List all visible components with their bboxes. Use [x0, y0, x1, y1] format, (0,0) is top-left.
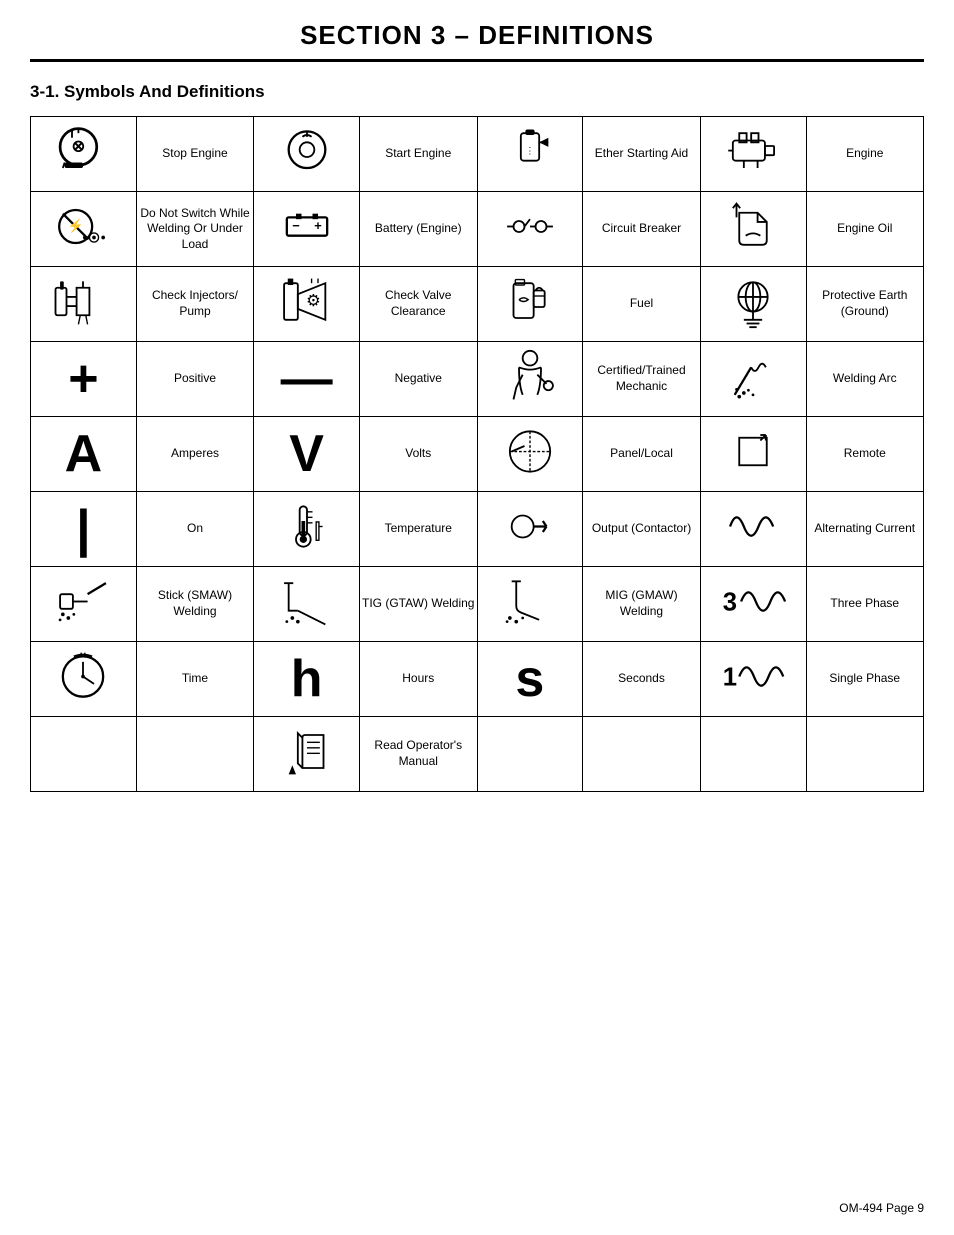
icon-cell-5-2	[477, 492, 583, 567]
label-cell-5-3: Alternating Current	[806, 492, 924, 567]
icon-cell-3-2	[477, 342, 583, 417]
label-cell-6-0: Stick (SMAW) Welding	[136, 567, 254, 642]
label-cell-6-1: TIG (GTAW) Welding	[360, 567, 478, 642]
svg-text:3: 3	[723, 589, 737, 617]
label-cell-1-0: Do Not Switch While Welding Or Under Loa…	[136, 192, 254, 267]
label-cell-2-3: Protective Earth (Ground)	[806, 267, 924, 342]
label-cell-8-0	[136, 717, 254, 792]
label-cell-1-1: Battery (Engine)	[360, 192, 478, 267]
label-cell-4-1: Volts	[360, 417, 478, 492]
label-cell-7-1: Hours	[360, 642, 478, 717]
icon-cell-1-2	[477, 192, 583, 267]
icon-cell-4-3	[700, 417, 806, 492]
label-cell-7-0: Time	[136, 642, 254, 717]
svg-text:⚡: ⚡	[68, 218, 84, 234]
label-cell-4-2: Panel/Local	[583, 417, 701, 492]
icon-cell-6-2	[477, 567, 583, 642]
icon-cell-5-0: |	[31, 492, 137, 567]
icon-cell-6-3: 3	[700, 567, 806, 642]
label-cell-7-2: Seconds	[583, 642, 701, 717]
label-cell-6-2: MIG (GMAW) Welding	[583, 567, 701, 642]
label-cell-2-1: Check Valve Clearance	[360, 267, 478, 342]
label-cell-3-3: Welding Arc	[806, 342, 924, 417]
icon-cell-8-2	[477, 717, 583, 792]
icon-cell-7-1: h	[254, 642, 360, 717]
section-heading: 3-1. Symbols And Definitions	[30, 82, 924, 102]
icon-cell-0-2: ⋮	[477, 117, 583, 192]
icon-cell-4-2	[477, 417, 583, 492]
icon-cell-1-1: − +	[254, 192, 360, 267]
label-cell-8-2	[583, 717, 701, 792]
icon-cell-6-1	[254, 567, 360, 642]
icon-cell-4-0: A	[31, 417, 137, 492]
icon-cell-8-0	[31, 717, 137, 792]
label-cell-4-0: Amperes	[136, 417, 254, 492]
icon-cell-7-2: s	[477, 642, 583, 717]
label-cell-7-3: Single Phase	[806, 642, 924, 717]
icon-cell-2-0	[31, 267, 137, 342]
label-cell-0-3: Engine	[806, 117, 924, 192]
label-cell-5-1: Temperature	[360, 492, 478, 567]
icon-cell-0-3	[700, 117, 806, 192]
label-cell-8-3	[806, 717, 924, 792]
label-cell-8-1: Read Operator's Manual	[360, 717, 478, 792]
label-cell-2-0: Check Injectors/ Pump	[136, 267, 254, 342]
icon-cell-7-3: 1	[700, 642, 806, 717]
svg-text:⊗: ⊗	[72, 138, 86, 156]
icon-cell-6-0	[31, 567, 137, 642]
icon-cell-2-1: ⚙	[254, 267, 360, 342]
icon-cell-5-3	[700, 492, 806, 567]
symbols-table: ⊗ Stop Engine Start Engine ⋮ Ether Start…	[30, 116, 924, 792]
page-footer: OM-494 Page 9	[839, 1201, 924, 1215]
icon-cell-1-0: ⚡	[31, 192, 137, 267]
page-container: SECTION 3 – DEFINITIONS 3-1. Symbols And…	[0, 0, 954, 812]
label-cell-1-3: Engine Oil	[806, 192, 924, 267]
icon-cell-1-3	[700, 192, 806, 267]
svg-text:1: 1	[723, 664, 737, 692]
icon-cell-7-0	[31, 642, 137, 717]
icon-cell-2-3	[700, 267, 806, 342]
icon-cell-8-1	[254, 717, 360, 792]
label-cell-2-2: Fuel	[583, 267, 701, 342]
icon-cell-3-1: —	[254, 342, 360, 417]
label-cell-4-3: Remote	[806, 417, 924, 492]
icon-cell-8-3	[700, 717, 806, 792]
svg-text:−: −	[292, 218, 300, 233]
page-title: SECTION 3 – DEFINITIONS	[30, 20, 924, 62]
label-cell-5-2: Output (Contactor)	[583, 492, 701, 567]
label-cell-3-1: Negative	[360, 342, 478, 417]
icon-cell-5-1	[254, 492, 360, 567]
icon-cell-3-3	[700, 342, 806, 417]
label-cell-0-0: Stop Engine	[136, 117, 254, 192]
svg-text:+: +	[314, 218, 322, 233]
icon-cell-0-0: ⊗	[31, 117, 137, 192]
icon-cell-2-2	[477, 267, 583, 342]
svg-text:⚙: ⚙	[306, 292, 321, 310]
icon-cell-4-1: V	[254, 417, 360, 492]
label-cell-5-0: On	[136, 492, 254, 567]
label-cell-3-0: Positive	[136, 342, 254, 417]
icon-cell-0-1	[254, 117, 360, 192]
label-cell-1-2: Circuit Breaker	[583, 192, 701, 267]
label-cell-3-2: Certified/Trained Mechanic	[583, 342, 701, 417]
label-cell-0-1: Start Engine	[360, 117, 478, 192]
label-cell-6-3: Three Phase	[806, 567, 924, 642]
label-cell-0-2: Ether Starting Aid	[583, 117, 701, 192]
svg-text:⋮: ⋮	[525, 145, 534, 155]
icon-cell-3-0: +	[31, 342, 137, 417]
